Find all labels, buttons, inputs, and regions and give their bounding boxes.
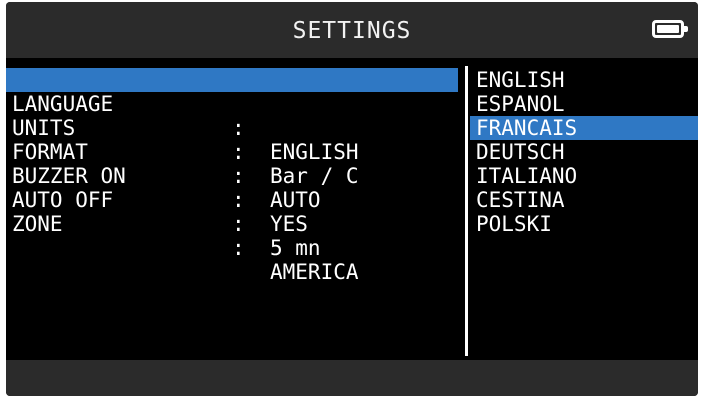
language-option-francais[interactable]: FRANCAIS [470, 116, 698, 140]
language-option-espanol[interactable]: ESPANOL [470, 92, 698, 116]
title-bar: SETTINGS [6, 2, 698, 60]
battery-full-icon [652, 20, 688, 38]
language-option-polski[interactable]: POLSKI [470, 212, 698, 236]
vertical-divider [465, 66, 468, 356]
setting-value: AMERICA [270, 260, 359, 284]
setting-value: YES [270, 212, 308, 236]
setting-row-buzzer[interactable]: BUZZER ON : YES [6, 140, 462, 236]
language-option-english[interactable]: ENGLISH [470, 68, 698, 92]
setting-value: 5 mn [270, 236, 321, 260]
setting-row-format[interactable]: FORMAT : AUTO [6, 116, 462, 212]
setting-row-language[interactable]: LANGUAGE : ENGLISH [6, 68, 458, 164]
setting-row-units[interactable]: UNITS : Bar / C [6, 92, 462, 188]
setting-colon: : [232, 212, 245, 236]
setting-colon: : [232, 236, 245, 260]
bottom-bar [6, 360, 698, 396]
language-option-italiano[interactable]: ITALIANO [470, 164, 698, 188]
setting-label: ZONE [12, 212, 63, 236]
language-options-list: ENGLISH ESPANOL FRANCAIS DEUTSCH ITALIAN… [470, 68, 698, 236]
battery-fill [657, 25, 679, 33]
language-option-deutsch[interactable]: DEUTSCH [470, 140, 698, 164]
settings-list: LANGUAGE : ENGLISH UNITS : Bar / C FORMA… [6, 68, 462, 284]
setting-row-auto-off[interactable]: AUTO OFF : 5 mn [6, 164, 462, 260]
screen: SETTINGS LANGUAGE : ENGLISH UNITS : Bar … [6, 2, 698, 396]
battery-tip [684, 26, 688, 32]
setting-row-zone[interactable]: ZONE : AMERICA [6, 188, 462, 284]
device-frame: SETTINGS LANGUAGE : ENGLISH UNITS : Bar … [0, 0, 704, 404]
language-option-cestina[interactable]: CESTINA [470, 188, 698, 212]
page-title: SETTINGS [292, 18, 412, 44]
